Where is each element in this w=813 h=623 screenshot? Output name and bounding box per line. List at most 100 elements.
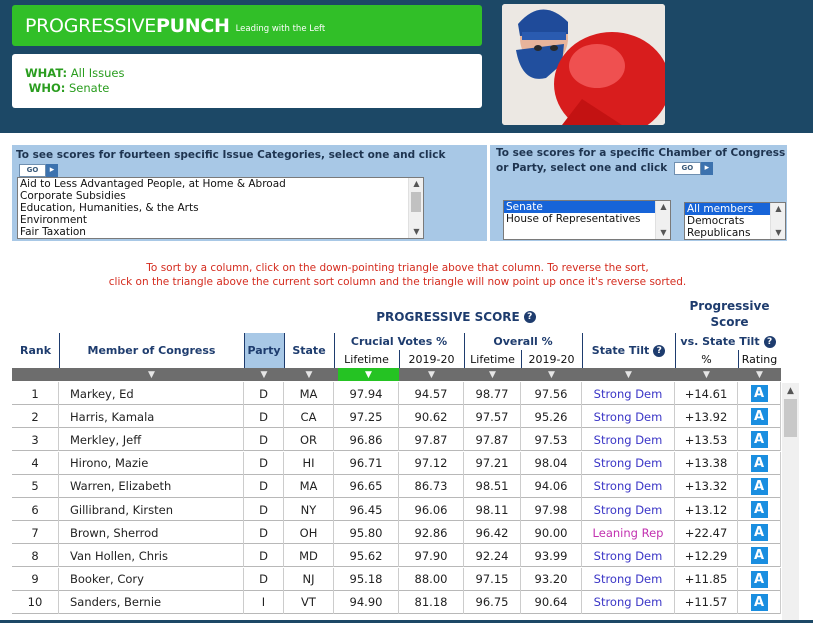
member-name-cell[interactable]: Merkley, Jeff (59, 428, 244, 452)
site-logo[interactable]: PROGRESSIVEPUNCH Leading with the Left (12, 5, 482, 46)
state-tilt-cell[interactable]: Strong Dem (582, 544, 675, 568)
crucial-lifetime-cell: 97.25 (334, 405, 399, 429)
sort-tilt-icon[interactable]: ▼ (582, 368, 675, 381)
help-icon[interactable]: ? (653, 344, 666, 357)
state-tilt-cell[interactable]: Strong Dem (582, 590, 675, 614)
rating-badge[interactable]: A (750, 454, 768, 472)
table-row[interactable]: 6 Gillibrand, Kirsten D NY 96.45 96.06 98.11 97… (12, 498, 781, 521)
member-name-cell[interactable]: Markey, Ed (59, 382, 244, 405)
state-tilt-cell[interactable]: Leaning Rep (582, 521, 675, 545)
issue-option[interactable]: Corporate Subsidies (18, 190, 423, 202)
member-name-cell[interactable]: Harris, Kamala (59, 405, 244, 429)
state-tilt-cell[interactable]: Strong Dem (582, 498, 675, 521)
state-tilt-cell[interactable]: Strong Dem (582, 405, 675, 429)
what-filter: WHAT: All Issues (25, 66, 125, 80)
party-cell: D (244, 544, 284, 568)
issue-option[interactable]: Environment (18, 214, 423, 226)
chamber-option-senate[interactable]: Senate (504, 201, 670, 213)
member-name-cell[interactable]: Warren, Elizabeth (59, 474, 244, 498)
chamber-list[interactable]: Senate House of Representatives ▲ ▼ (503, 200, 671, 240)
member-name-cell[interactable]: Sanders, Bernie (59, 590, 244, 614)
sort-vs-tilt-icon[interactable]: ▼ (675, 368, 738, 381)
chamber-list-scrollbar[interactable]: ▲ ▼ (655, 201, 670, 239)
rating-badge[interactable]: A (750, 431, 768, 449)
issue-list-scrollbar[interactable]: ▲ ▼ (408, 178, 423, 238)
overall-lifetime-cell: 97.57 (464, 405, 521, 429)
rating-badge[interactable]: A (750, 501, 768, 518)
state-tilt-cell[interactable]: Strong Dem (582, 382, 675, 405)
state-tilt-cell[interactable]: Strong Dem (582, 567, 675, 591)
rating-badge[interactable]: A (750, 408, 768, 426)
col-crucial-2019-header: 2019-20 (408, 352, 455, 366)
scroll-thumb[interactable] (411, 192, 421, 212)
scroll-up-icon[interactable]: ▲ (771, 203, 785, 215)
rating-badge[interactable]: A (750, 385, 768, 402)
table-row[interactable]: 2 Harris, Kamala D CA 97.25 90.62 97.57 95.26 St… (12, 405, 781, 429)
scroll-down-icon[interactable]: ▼ (409, 226, 423, 238)
table-row[interactable]: 3 Merkley, Jeff D OR 96.86 97.87 97.87 97.53 Str… (12, 428, 781, 452)
state-cell: HI (284, 451, 334, 475)
table-row[interactable]: 5 Warren, Elizabeth D MA 96.65 86.73 98.51 94.0… (12, 474, 781, 498)
member-name-cell[interactable]: Booker, Cory (59, 567, 244, 591)
sort-rating-icon[interactable]: ▼ (738, 368, 781, 381)
party-option-all[interactable]: All members (685, 203, 770, 215)
rating-badge[interactable]: A (750, 524, 768, 542)
party-list-scrollbar[interactable]: ▲ ▼ (770, 203, 785, 239)
rating-cell: A (738, 590, 781, 614)
crucial-2019-cell: 96.06 (399, 498, 464, 521)
scroll-up-icon[interactable]: ▲ (409, 178, 423, 190)
table-row[interactable]: 10 Sanders, Bernie I VT 94.90 81.18 96.75 90.64… (12, 590, 781, 614)
sort-member-icon[interactable]: ▼ (59, 368, 244, 381)
table-row[interactable]: 1 Markey, Ed D MA 97.94 94.57 98.77 97.56 Strong… (12, 382, 781, 405)
scroll-up-icon[interactable]: ▲ (656, 201, 670, 213)
sort-overall-2019-icon[interactable]: ▼ (521, 368, 582, 381)
state-cell: OH (284, 521, 334, 545)
table-row[interactable]: 9 Booker, Cory D NJ 95.18 88.00 97.15 93.20 Stro… (12, 567, 781, 591)
sort-party-icon[interactable]: ▼ (244, 368, 284, 381)
rating-badge[interactable]: A (750, 570, 768, 588)
overall-lifetime-cell: 97.15 (464, 567, 521, 591)
issue-option[interactable]: Fair Taxation (18, 226, 423, 238)
issue-go-button[interactable]: GO ▸ (19, 163, 58, 177)
issue-option[interactable]: Education, Humanities, & the Arts (18, 202, 423, 214)
crucial-lifetime-cell: 95.80 (334, 521, 399, 545)
state-tilt-cell[interactable]: Strong Dem (582, 451, 675, 475)
member-name-cell[interactable]: Van Hollen, Chris (59, 544, 244, 568)
rank-cell: 5 (12, 474, 59, 498)
col-crucial-header: Crucial Votes % (350, 335, 448, 348)
state-tilt-cell[interactable]: Strong Dem (582, 428, 675, 452)
member-name-cell[interactable]: Brown, Sherrod (59, 521, 244, 545)
help-icon[interactable]: ? (523, 311, 536, 323)
table-scrollbar[interactable]: ▲ (782, 383, 799, 623)
party-list[interactable]: All members Democrats Republicans ▲ ▼ (684, 202, 786, 240)
help-icon[interactable]: ? (763, 335, 776, 348)
scroll-up-icon[interactable]: ▲ (782, 383, 799, 398)
scroll-down-icon[interactable]: ▼ (656, 227, 670, 239)
rating-badge[interactable]: A (750, 593, 768, 611)
vs-tilt-pct-cell: +11.57 (675, 590, 738, 614)
rating-badge[interactable]: A (750, 477, 768, 495)
state-tilt-cell[interactable]: Strong Dem (582, 474, 675, 498)
sort-crucial-lifetime-icon[interactable]: ▼ (338, 368, 399, 381)
chamber-go-button[interactable]: GO ▸ (673, 161, 713, 175)
sort-crucial-2019-icon[interactable]: ▼ (399, 368, 464, 381)
issue-category-list[interactable]: Aid to Less Advantaged People, at Home &… (17, 177, 424, 239)
rank-cell: 7 (12, 521, 59, 545)
member-name-cell[interactable]: Gillibrand, Kirsten (59, 498, 244, 521)
table-row[interactable]: 4 Hirono, Mazie D HI 96.71 97.12 97.21 98.04 Str… (12, 451, 781, 475)
member-name-cell[interactable]: Hirono, Mazie (59, 451, 244, 475)
rating-badge[interactable]: A (750, 547, 768, 565)
sort-triangle-row: ▼ ▼ ▼ ▼ ▼ ▼ ▼ ▼ ▼ ▼ (12, 368, 781, 381)
issue-option[interactable]: Aid to Less Advantaged People, at Home &… (18, 178, 423, 190)
crucial-2019-cell: 97.90 (399, 544, 464, 568)
vs-tilt-pct-cell: +11.85 (675, 567, 738, 591)
sort-state-icon[interactable]: ▼ (284, 368, 334, 381)
scroll-down-icon[interactable]: ▼ (771, 227, 785, 239)
sort-overall-lifetime-icon[interactable]: ▼ (464, 368, 521, 381)
table-row[interactable]: 7 Brown, Sherrod D OH 95.80 92.86 96.42 90.00 Le… (12, 521, 781, 545)
scroll-thumb[interactable] (784, 399, 797, 437)
current-filter-box: WHAT: All Issues WHO: Senate (12, 54, 482, 108)
chamber-option-house[interactable]: House of Representatives (504, 213, 670, 225)
table-row[interactable]: 8 Van Hollen, Chris D MD 95.62 97.90 92.24 93.9… (12, 544, 781, 568)
state-cell: OR (284, 428, 334, 452)
